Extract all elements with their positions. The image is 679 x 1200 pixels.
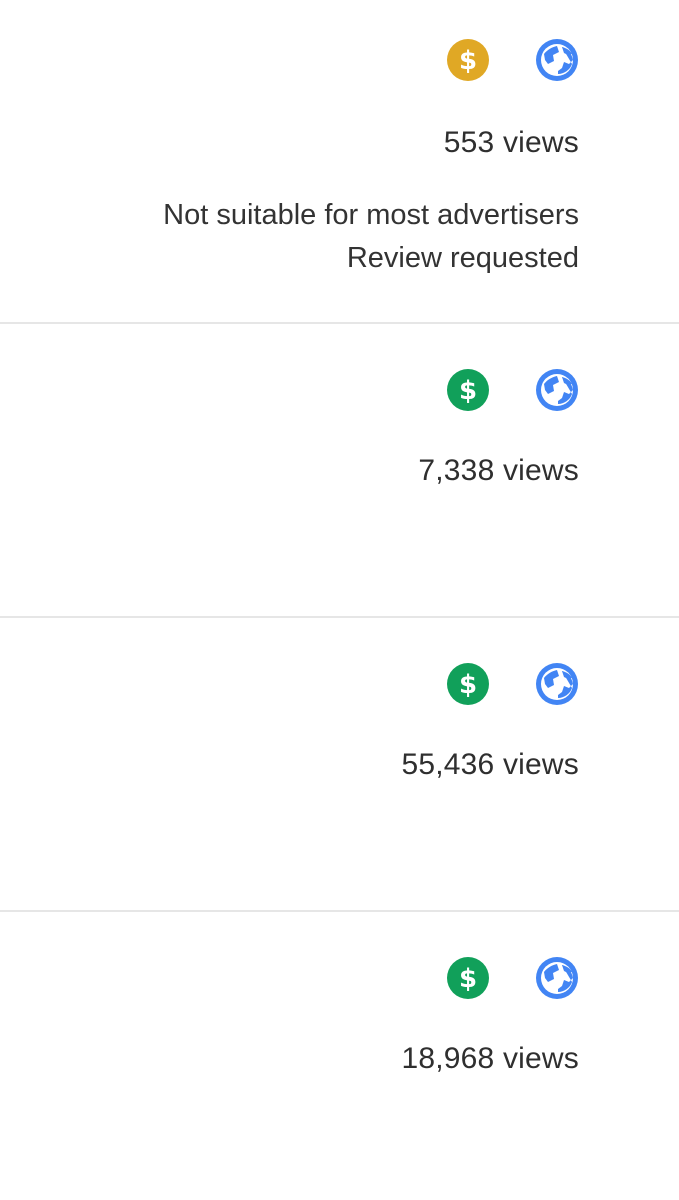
review-status-text: Review requested [346, 242, 579, 274]
monetization-limited-dollar-icon[interactable]: $ [446, 38, 490, 82]
svg-text:$: $ [459, 964, 477, 994]
view-count: 553 views [443, 126, 579, 159]
view-count: 55,436 views [401, 748, 579, 781]
video-status-icons: $ [446, 368, 579, 412]
video-row[interactable]: $ 7,338 views [0, 324, 679, 618]
monetization-on-dollar-icon[interactable]: $ [446, 956, 490, 1000]
video-row[interactable]: $ 553 views Not suitable for most advert… [0, 0, 679, 324]
video-row[interactable]: $ 18,968 views [0, 912, 679, 1200]
visibility-public-globe-icon[interactable] [535, 368, 579, 412]
monetization-on-dollar-icon[interactable]: $ [446, 368, 490, 412]
video-list: $ 553 views Not suitable for most advert… [0, 0, 679, 1200]
video-status-icons: $ [446, 662, 579, 706]
video-status-icons: $ [446, 38, 579, 82]
visibility-public-globe-icon[interactable] [535, 956, 579, 1000]
visibility-public-globe-icon[interactable] [535, 662, 579, 706]
video-row[interactable]: $ 55,436 views [0, 618, 679, 912]
svg-text:$: $ [459, 670, 477, 700]
view-count: 18,968 views [401, 1042, 579, 1075]
video-status-icons: $ [446, 956, 579, 1000]
monetization-status: Not suitable for most advertisers Review… [163, 194, 579, 280]
svg-text:$: $ [459, 46, 477, 76]
monetization-on-dollar-icon[interactable]: $ [446, 662, 490, 706]
view-count: 7,338 views [418, 454, 579, 487]
svg-text:$: $ [459, 376, 477, 406]
visibility-public-globe-icon[interactable] [535, 38, 579, 82]
ad-suitability-text: Not suitable for most advertisers [163, 199, 579, 231]
